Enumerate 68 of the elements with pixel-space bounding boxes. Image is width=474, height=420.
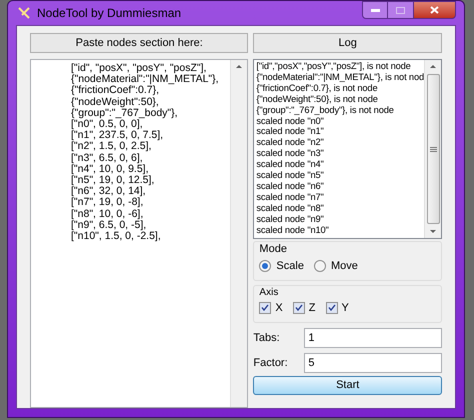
node-line: ["id", "posX", "posY", "posZ"], [71,63,206,74]
group-label: Mode [259,242,288,256]
log-button[interactable]: Log [253,33,442,53]
check-icon [328,304,336,312]
log-line: scaled node "n7" [256,192,325,203]
radio-button[interactable] [314,260,326,272]
node-line: {"nodeMaterial":"|NM_METAL"}, [71,74,220,86]
maximize-button[interactable] [388,1,413,19]
checkbox-label: Z [308,300,316,316]
check-icon [261,304,270,312]
log-line: scaled node "n2" [256,137,325,148]
close-button[interactable] [413,1,456,19]
node-line: ["n6", 32, 0, 14], [71,186,146,198]
log-line: scaled node "n8" [256,202,325,214]
check-icon [294,304,303,312]
input-field[interactable]: 5 [304,353,442,373]
checkbox-label: Y [342,300,349,316]
node-line: ["n3", 6.5, 0, 6], [71,152,143,164]
checkbox[interactable] [326,302,338,314]
checkbox-label: X [275,300,283,316]
node-line: ["n5", 19, 0, 12.5], [71,175,156,186]
node-line: {"frictionCoef":0.7}, [71,85,160,97]
field-label: Factor: [253,356,289,371]
group-label: Axis [259,286,280,298]
input-field[interactable]: 1 [304,328,442,348]
scroll-down-icon[interactable] [430,230,436,233]
radio-button[interactable] [259,260,272,272]
paste-nodes-button[interactable]: Paste nodes section here: [30,33,248,53]
grip-icon [430,146,436,152]
scroll-up-icon[interactable] [236,65,242,68]
node-line: ["n0", 0.5, 0, 0], [71,119,144,130]
log-line: scaled node "n10" [256,224,330,236]
log-line: scaled node "n4" [256,159,325,170]
checkbox[interactable] [292,302,305,314]
node-line: ["n4", 10, 0, 9.5], [71,164,150,176]
node-line: ["n9", 6.5, 0, -5], [71,220,146,232]
node-line: ["n1", 237.5, 0, 7.5], [71,130,164,142]
scrollbar[interactable] [424,60,441,238]
node-line: ["n2", 1.5, 0, 2.5], [71,141,152,153]
log-line: scaled node "n1" [256,126,325,138]
window-title: NodeTool by Dummiesman [37,5,182,22]
node-line: {"group":"_767_body"}, [71,108,179,120]
node-line: {"nodeWeight":50}, [71,96,159,108]
nodes-text-area[interactable] [30,59,248,408]
node-line: ["n10", 1.5, 0, -2.5], [71,231,162,242]
log-line: scaled node "n9" [256,214,325,225]
start-button[interactable]: Start [253,376,442,395]
node-line: ["n8", 10, 0, -6], [71,208,144,220]
log-line: scaled node "n3" [256,148,325,160]
scroll-thumb[interactable] [426,74,440,224]
radio-label: Move [330,259,358,274]
scroll-up-icon[interactable] [430,65,436,68]
scrollbar[interactable] [230,60,248,407]
log-line: {"group":"_767_body"}, is not node [256,104,395,116]
radio-label: Scale [276,259,304,274]
log-line: {"frictionCoef":0.7}, is not node [256,82,378,94]
log-line: scaled node "n5" [256,170,325,181]
log-line: scaled node "n6" [256,180,325,192]
log-line: ["id","posX","posY","posZ"], is not node [256,61,412,72]
field-label: Tabs: [253,330,281,346]
log-line: {"nodeMaterial":"|NM_METAL"}, is not nod [256,72,424,83]
close-icon [430,6,439,14]
log-line: {"nodeWeight":50}, is not node [256,94,379,105]
node-line: ["n7", 19, 0, -8], [71,197,144,209]
app-icon [17,6,31,20]
minimize-button[interactable] [362,1,388,19]
checkbox[interactable] [259,302,272,314]
log-line: scaled node "n0" [256,116,325,126]
